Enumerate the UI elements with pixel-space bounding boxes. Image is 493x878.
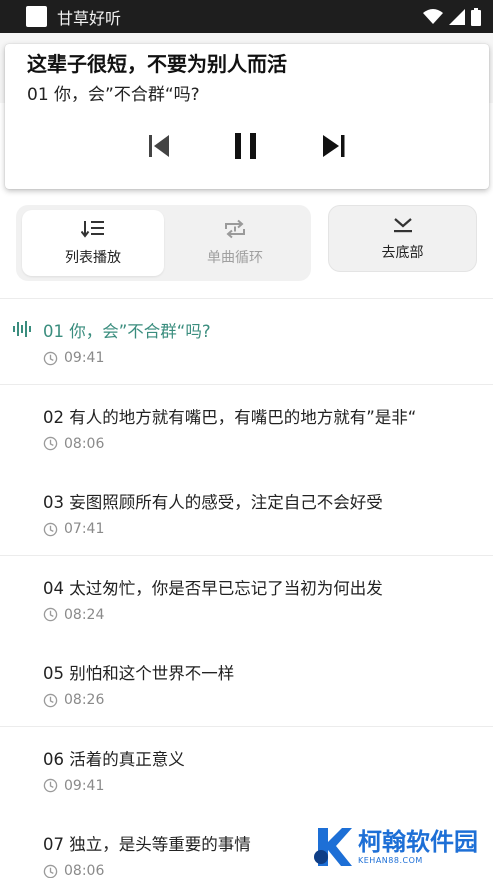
notification-controls	[5, 129, 489, 163]
duration-text: 08:24	[64, 606, 105, 623]
list-play-option[interactable]: 列表播放	[22, 210, 164, 276]
watermark-text: 柯翰软件园 KEHAN88.COM	[358, 830, 478, 865]
duration-text: 08:26	[64, 692, 105, 708]
clock-icon	[43, 864, 58, 878]
single-loop-label: 单曲循环	[207, 250, 263, 266]
arrow-to-bottom-icon	[393, 217, 412, 232]
skip-next-icon	[323, 135, 345, 157]
track-title: 05 别怕和这个世界不一样	[43, 664, 235, 683]
track-row-05[interactable]: 05 别怕和这个世界不一样 08:26	[0, 640, 493, 726]
track-title: 01 你，会”不合群“吗?	[43, 322, 211, 341]
duration-text: 08:06	[64, 435, 105, 452]
pause-button[interactable]	[229, 129, 263, 163]
track-row-03[interactable]: 03 妄图照顾所有人的感受，注定自己不会好受 07:41	[0, 469, 493, 555]
track-title: 07 独立，是头等重要的事情	[43, 835, 251, 854]
track-row-01[interactable]: 01 你，会”不合群“吗? 09:41	[0, 298, 493, 384]
list-order-icon	[81, 221, 104, 238]
signal-icon	[449, 8, 465, 25]
app-notification-icon	[26, 6, 47, 27]
media-notification[interactable]: 这辈子很短，不要为别人而活 01 你，会”不合群“吗?	[5, 44, 489, 189]
status-icons	[423, 7, 481, 26]
track-row-04[interactable]: 04 太过匆忙，你是否早已忘记了当初为何出发 08:24	[0, 554, 493, 641]
status-bar: 甘草好听	[0, 0, 493, 33]
now-playing-equalizer-icon	[13, 321, 31, 337]
next-button[interactable]	[317, 129, 351, 163]
clock-icon	[43, 351, 58, 365]
go-bottom-button[interactable]: 去底部	[328, 205, 477, 272]
track-duration: 08:26	[43, 692, 104, 708]
watermark-title: 柯翰软件园	[358, 827, 478, 856]
duration-text: 09:41	[64, 350, 105, 366]
track-title: 06 活着的真正意义	[43, 749, 185, 769]
duration-text: 09:41	[64, 777, 105, 794]
screen: 甘草好听 这辈子很短，不要为别人而活 01 你，会”不合群“吗? 列表播放 单曲…	[0, 0, 493, 878]
watermark-logo-icon	[314, 828, 352, 866]
duration-text: 08:06	[64, 863, 105, 878]
clock-icon	[43, 778, 58, 793]
battery-icon	[471, 7, 481, 26]
track-duration: 08:24	[43, 607, 104, 623]
duration-text: 07:41	[64, 521, 105, 537]
status-app-title: 甘草好听	[57, 8, 122, 28]
track-title: 04 太过匆忙，你是否早已忘记了当初为何出发	[43, 578, 383, 598]
pause-icon	[235, 133, 256, 159]
repeat-one-icon	[225, 219, 245, 239]
track-row-06[interactable]: 06 活着的真正意义 09:41	[0, 725, 493, 812]
track-duration: 07:41	[43, 521, 104, 537]
go-bottom-label: 去底部	[381, 244, 424, 261]
track-duration: 09:41	[43, 778, 104, 794]
notification-subtitle: 01 你，会”不合群“吗?	[27, 85, 200, 105]
watermark-domain: KEHAN88.COM	[358, 855, 423, 865]
track-title: 03 妄图照顾所有人的感受，注定自己不会好受	[43, 493, 383, 512]
track-list: 01 你，会”不合群“吗? 09:41 02 有人的地方就有嘴巴，有嘴巴的地方就…	[0, 298, 493, 878]
track-duration: 09:41	[43, 350, 104, 366]
clock-icon	[43, 436, 58, 451]
single-loop-option[interactable]: 单曲循环	[164, 210, 306, 276]
track-row-02[interactable]: 02 有人的地方就有嘴巴，有嘴巴的地方就有”是非“ 08:06	[0, 383, 493, 470]
notification-title: 这辈子很短，不要为别人而活	[27, 52, 287, 76]
play-mode-segment: 列表播放 单曲循环	[16, 205, 311, 281]
wifi-icon	[423, 8, 443, 24]
track-duration: 08:06	[43, 863, 104, 878]
skip-previous-icon	[149, 135, 169, 157]
track-title: 02 有人的地方就有嘴巴，有嘴巴的地方就有”是非“	[43, 407, 417, 427]
previous-button[interactable]	[142, 129, 176, 163]
clock-icon	[43, 607, 58, 622]
track-duration: 08:06	[43, 436, 104, 452]
watermark: 柯翰软件园 KEHAN88.COM	[312, 826, 478, 868]
clock-icon	[43, 522, 58, 536]
list-play-label: 列表播放	[65, 250, 121, 266]
clock-icon	[43, 693, 58, 707]
